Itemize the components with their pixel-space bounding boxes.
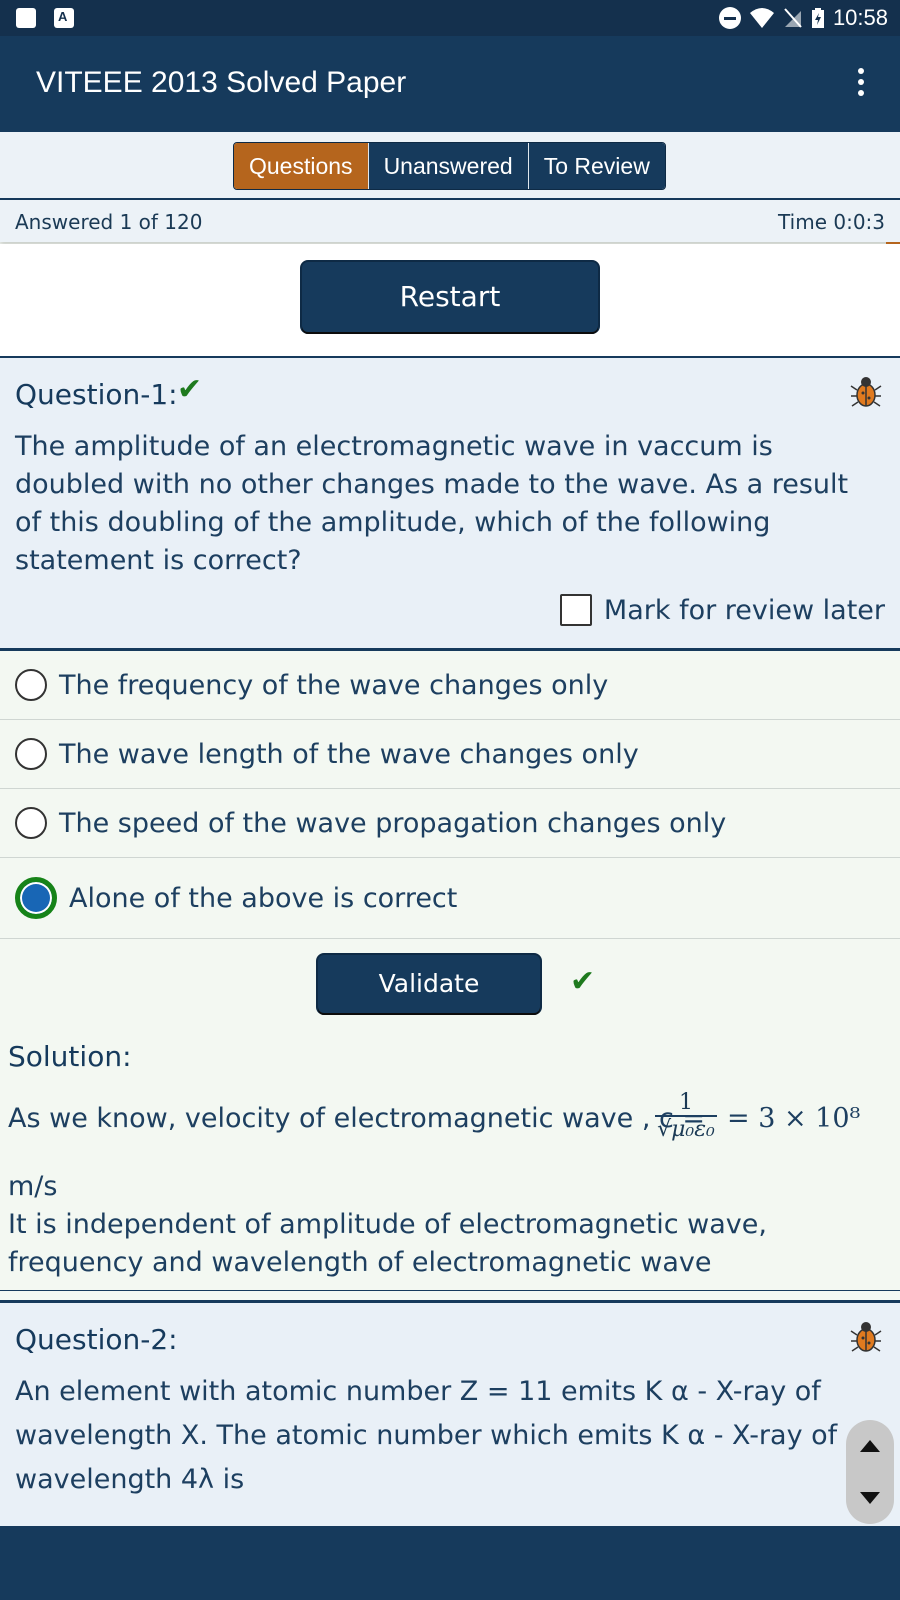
mark-review[interactable]: Mark for review later <box>559 594 885 626</box>
validate-button[interactable]: Validate <box>318 955 540 1013</box>
answered-count: Answered 1 of 120 <box>15 210 203 234</box>
option-radio-selected[interactable] <box>15 877 57 919</box>
question-label: Question-1: <box>15 378 178 411</box>
elapsed-time: Time 0:0:3 <box>778 210 885 234</box>
info-bar: Answered 1 of 120 Time 0:0:3 <box>0 200 900 242</box>
option-3[interactable]: The speed of the wave propagation change… <box>0 789 900 858</box>
question-text: The amplitude of an electromagnetic wave… <box>15 431 849 576</box>
tab-unanswered[interactable]: Unanswered <box>368 143 529 189</box>
question-label: Question-2: <box>15 1323 178 1356</box>
solution-explanation: It is independent of amplitude of electr… <box>8 1209 767 1278</box>
option-text: The frequency of the wave changes only <box>59 669 609 701</box>
restart-area: Restart <box>0 244 900 359</box>
scroll-up-icon[interactable] <box>860 1440 880 1452</box>
option-radio[interactable] <box>15 669 47 701</box>
status-bar: 10:58 <box>0 0 900 36</box>
solution-unit: m/s <box>8 1171 58 1202</box>
review-checkbox[interactable] <box>559 594 592 626</box>
option-text: The wave length of the wave changes only <box>59 738 639 770</box>
do-not-disturb-icon <box>718 7 741 29</box>
review-label: Mark for review later <box>603 594 885 626</box>
tabs-area: Questions Unanswered To Review <box>0 132 900 200</box>
option-radio[interactable] <box>15 807 47 839</box>
option-1[interactable]: The frequency of the wave changes only <box>0 651 900 720</box>
correct-check-icon: ✔ <box>177 372 203 407</box>
tab-to-review[interactable]: To Review <box>528 143 665 189</box>
solution-line-1: As we know, velocity of electromagnetic … <box>8 1103 706 1134</box>
overflow-menu-icon[interactable] <box>858 68 866 96</box>
restart-button[interactable]: Restart <box>302 262 598 332</box>
fraction-denominator: √μ₀ε₀ <box>657 1117 715 1142</box>
formula-result: = 3 × 10⁸ <box>727 1103 861 1134</box>
scroll-control <box>846 1420 894 1524</box>
option-radio[interactable] <box>15 738 47 770</box>
bug-report-icon[interactable] <box>850 374 882 408</box>
bug-report-icon[interactable] <box>850 1319 882 1353</box>
divider <box>0 1290 900 1291</box>
validated-check-icon: ✔ <box>570 964 596 999</box>
fraction-numerator: 1 <box>655 1090 717 1117</box>
app-bar: VITEEE 2013 Solved Paper <box>0 36 900 132</box>
solution-label: Solution: <box>8 1040 132 1073</box>
app-title: VITEEE 2013 Solved Paper <box>36 66 407 99</box>
wifi-icon <box>749 8 774 28</box>
option-4[interactable]: Alone of the above is correct <box>0 858 900 939</box>
navigation-bar <box>0 1526 900 1600</box>
tab-group: Questions Unanswered To Review <box>233 142 666 190</box>
battery-icon <box>811 8 824 28</box>
option-2[interactable]: The wave length of the wave changes only <box>0 720 900 789</box>
question-text-line-1: An element with atomic number Z = 11 emi… <box>15 1376 821 1407</box>
question-text-line-2: wavelength X. The atomic number which em… <box>15 1420 838 1451</box>
option-text: Alone of the above is correct <box>69 882 458 914</box>
tab-questions[interactable]: Questions <box>234 143 369 189</box>
scroll-down-icon[interactable] <box>860 1492 880 1504</box>
formula-fraction: 1 √μ₀ε₀ <box>655 1090 717 1142</box>
clock: 10:58 <box>832 5 888 30</box>
image-notification-icon <box>16 8 36 28</box>
option-text: The speed of the wave propagation change… <box>59 807 727 839</box>
signal-icon <box>784 8 802 28</box>
app-notification-icon <box>54 8 74 28</box>
question-text-line-3: wavelength 4λ is <box>15 1464 245 1495</box>
question-card: Question-1: ✔ The amplitude of an electr… <box>0 358 900 651</box>
question-card: Question-2: An element with atomic numbe… <box>0 1300 900 1533</box>
